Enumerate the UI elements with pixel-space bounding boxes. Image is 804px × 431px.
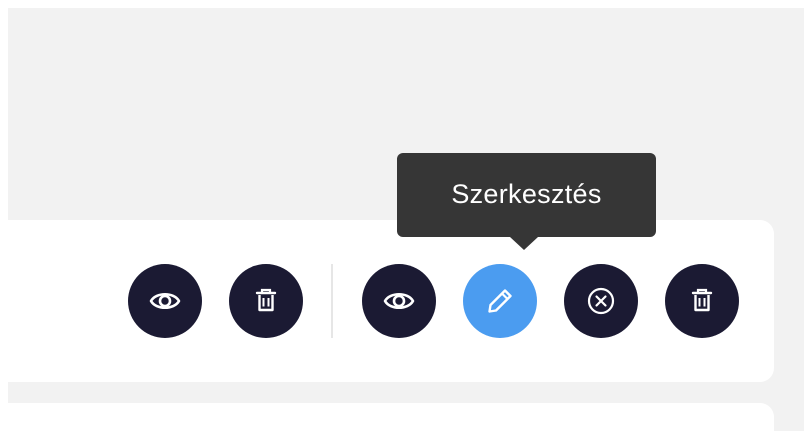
trash-icon — [691, 288, 713, 312]
delete-button[interactable] — [665, 264, 739, 338]
view-button[interactable] — [128, 264, 202, 338]
view-button[interactable] — [362, 264, 436, 338]
button-group-divider — [331, 264, 333, 338]
tooltip-arrow — [510, 237, 538, 250]
cancel-button[interactable] — [564, 264, 638, 338]
tooltip-text: Szerkesztés — [451, 178, 602, 209]
eye-icon — [149, 292, 181, 310]
app-canvas: Szerkesztés — [0, 0, 804, 431]
trash-icon — [255, 288, 277, 312]
edit-tooltip: Szerkesztés — [397, 153, 656, 237]
pencil-icon — [488, 289, 512, 313]
circle-x-icon — [587, 287, 615, 315]
delete-button[interactable] — [229, 264, 303, 338]
edit-button[interactable] — [463, 264, 537, 338]
table-row — [8, 403, 774, 431]
eye-icon — [383, 292, 415, 310]
